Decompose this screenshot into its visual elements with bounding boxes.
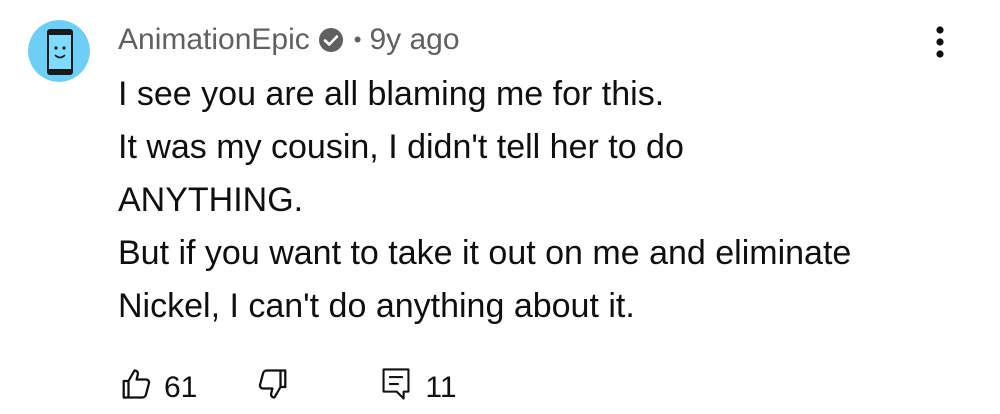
- like-button[interactable]: 61: [118, 366, 197, 410]
- separator-dot: •: [353, 27, 362, 52]
- verified-check-icon: [318, 27, 344, 53]
- timestamp[interactable]: 9y ago: [369, 23, 459, 57]
- comment-actions: 61 11: [118, 366, 457, 410]
- like-count: 61: [164, 371, 198, 404]
- avatar[interactable]: [28, 20, 90, 82]
- comment-text: I see you are all blaming me for this. I…: [118, 68, 958, 333]
- comment-line: But if you want to take it out on me and…: [118, 234, 852, 272]
- author-name[interactable]: AnimationEpic: [118, 23, 310, 57]
- thumb-down-icon: [255, 366, 291, 410]
- reply-count: 11: [425, 371, 457, 404]
- thumb-up-icon: [118, 366, 154, 410]
- comment-line: It was my cousin, I didn't tell her to d…: [118, 128, 684, 166]
- reply-button[interactable]: 11: [379, 366, 457, 410]
- comment-line: ANYTHING.: [118, 181, 304, 219]
- more-vertical-icon[interactable]: [924, 20, 956, 64]
- comment-line: Nickel, I can't do anything about it.: [118, 287, 635, 325]
- dislike-button[interactable]: [255, 366, 291, 410]
- comment-line: I see you are all blaming me for this.: [118, 75, 665, 113]
- comment-icon: [379, 366, 413, 410]
- comment-header: AnimationEpic • 9y ago: [118, 18, 460, 62]
